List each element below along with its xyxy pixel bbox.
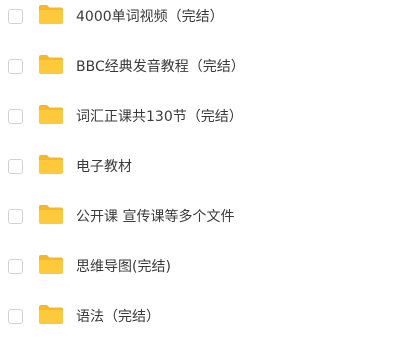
file-name[interactable]: 思维导图(完结) (76, 257, 171, 277)
file-name[interactable]: 公开课 宣传课等多个文件 (76, 207, 234, 227)
file-name[interactable]: 词汇正课共130节（完结） (76, 107, 243, 127)
file-row[interactable]: 公开课 宣传课等多个文件 (0, 200, 408, 250)
row-checkbox[interactable] (8, 159, 23, 174)
folder-icon (38, 154, 64, 175)
file-name[interactable]: 4000单词视频（完结） (76, 7, 224, 27)
row-checkbox[interactable] (8, 109, 23, 124)
file-row[interactable]: 思维导图(完结) (0, 250, 408, 300)
file-name[interactable]: 电子教材 (76, 157, 132, 177)
file-row[interactable]: 语法（完结） (0, 300, 408, 350)
folder-icon (38, 54, 64, 75)
file-row[interactable]: 4000单词视频（完结） (0, 0, 408, 50)
file-name[interactable]: 语法（完结） (76, 307, 160, 327)
file-name[interactable]: BBC经典发音教程（完结） (76, 57, 245, 77)
file-row[interactable]: 电子教材 (0, 150, 408, 200)
folder-icon (38, 204, 64, 225)
file-row[interactable]: BBC经典发音教程（完结） (0, 50, 408, 100)
file-list: 4000单词视频（完结） BBC经典发音教程（完结） 词汇正课共130节（完结） (0, 0, 408, 325)
row-checkbox[interactable] (8, 309, 23, 324)
folder-icon (38, 304, 64, 325)
folder-icon (38, 4, 64, 25)
folder-icon (38, 104, 64, 125)
row-checkbox[interactable] (8, 59, 23, 74)
folder-icon (38, 254, 64, 275)
row-checkbox[interactable] (8, 9, 23, 24)
row-checkbox[interactable] (8, 209, 23, 224)
file-row[interactable]: 词汇正课共130节（完结） (0, 100, 408, 150)
row-checkbox[interactable] (8, 259, 23, 274)
